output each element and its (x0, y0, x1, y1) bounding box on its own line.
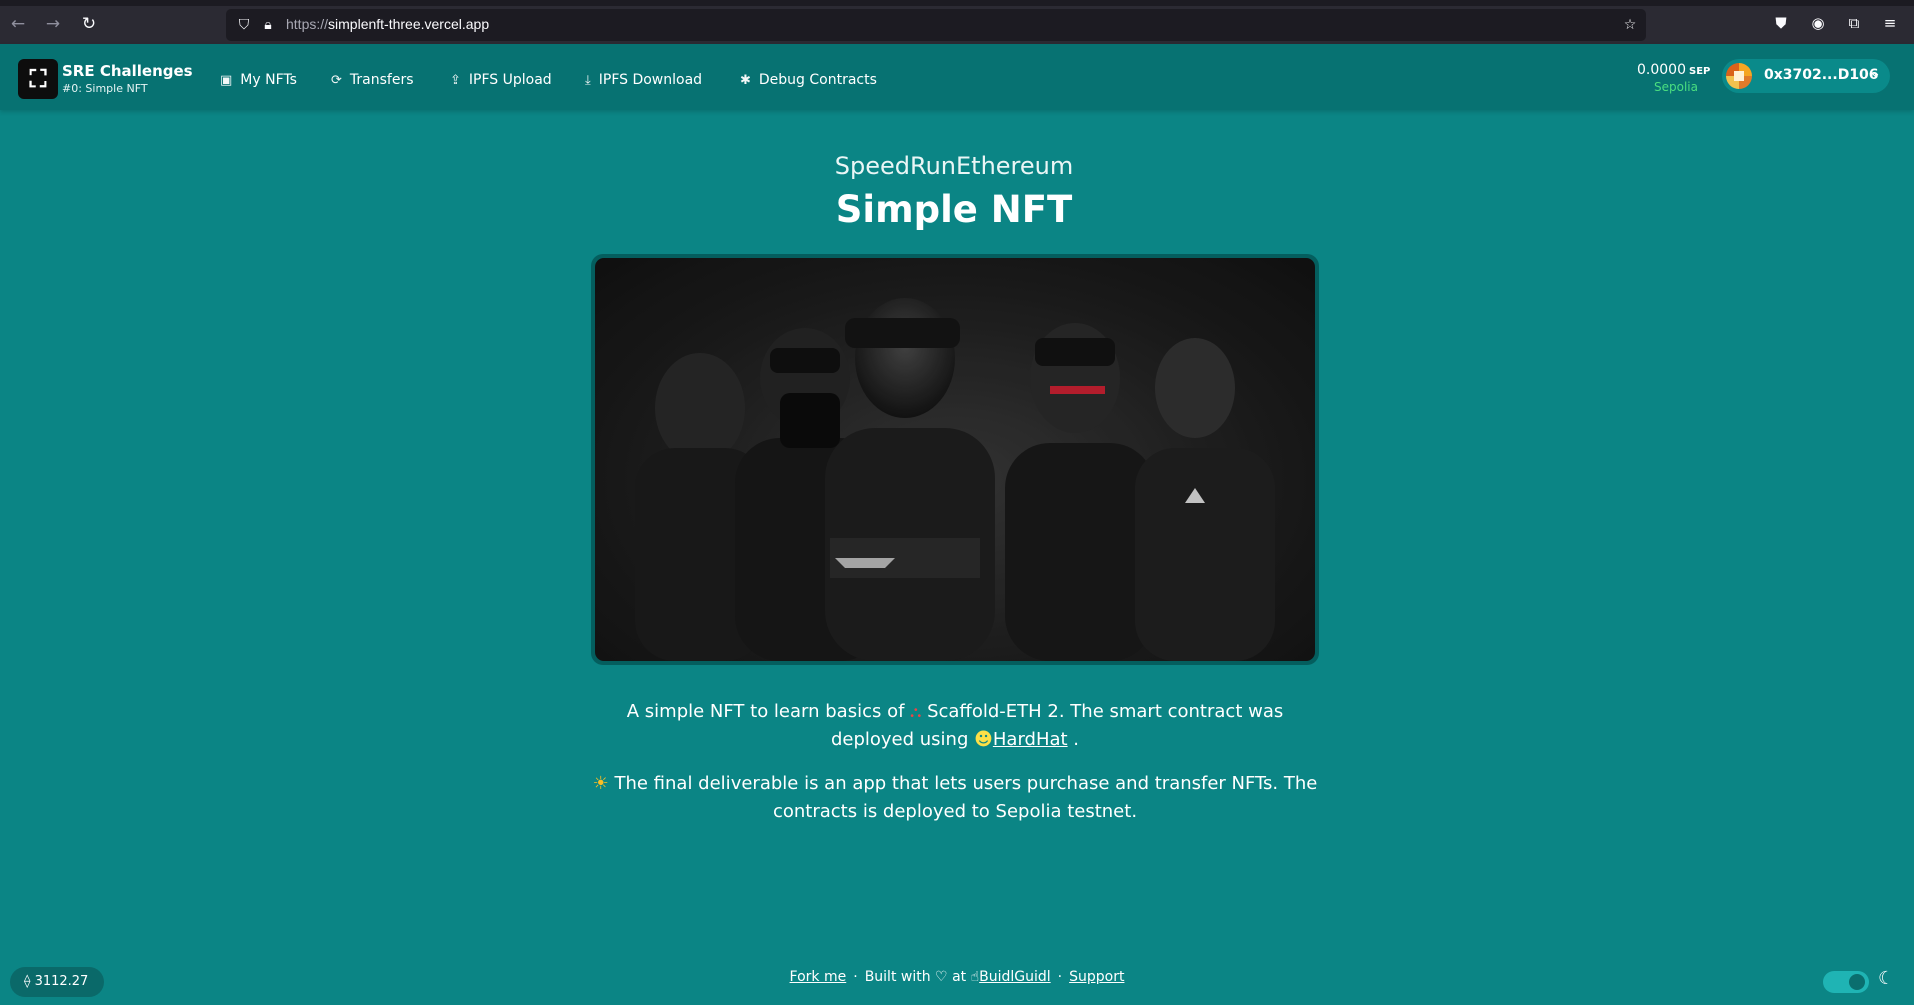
reload-icon[interactable]: ↻ (79, 14, 99, 34)
avatar (1726, 63, 1752, 89)
nav-label: My NFTs (240, 72, 297, 88)
balance[interactable]: 0.0000 SEP (1637, 62, 1710, 78)
browser-toolbar: ← → ↻ ⛉ 🔒︎ https://simplenft-three.verce… (0, 0, 1914, 44)
download-icon: ⤓ (585, 72, 591, 88)
balance-value: 0.0000 (1637, 62, 1686, 78)
account-button[interactable]: 0x3702...D106 ⌄ (1722, 59, 1890, 93)
back-icon[interactable]: ← (8, 14, 28, 34)
construction-worker-icon: ☻ (974, 729, 993, 750)
forward-icon[interactable]: → (43, 14, 63, 34)
bug-icon: ✱ (740, 72, 751, 88)
refresh-icon: ⟳ (331, 72, 342, 88)
nav-ipfs-download[interactable]: ⤓ IPFS Download (585, 70, 702, 90)
address-bar[interactable]: ⛉ 🔒︎ https://simplenft-three.vercel.app … (226, 9, 1646, 41)
deliverable-paragraph: ☀ The final deliverable is an app that l… (591, 770, 1319, 826)
intro-text: A simple NFT to learn basics of (626, 701, 911, 722)
brand-subtitle: #0: Simple NFT (62, 82, 148, 95)
upload-icon: ⇪ (450, 72, 461, 88)
balance-unit: SEP (1689, 66, 1711, 77)
image-icon: ▣ (220, 72, 233, 88)
heart-icon: ♡ (935, 969, 948, 985)
extensions-icon[interactable]: ⧉ (1844, 13, 1864, 33)
page-title: Simple NFT (835, 188, 1073, 231)
theme-toggle[interactable] (1823, 971, 1869, 993)
pocket-icon[interactable]: ⛊ (1771, 13, 1791, 33)
nav-label: Transfers (349, 72, 414, 88)
chevron-down-icon: ⌄ (1870, 66, 1881, 81)
nav-label: IPFS Upload (468, 72, 552, 88)
app-header: ⛶ SRE Challenges #0: Simple NFT ▣ My NFT… (0, 44, 1914, 110)
nav-label: IPFS Download (598, 72, 703, 88)
nav-label: Debug Contracts (758, 72, 877, 88)
hero-image-frame (591, 254, 1319, 665)
sre-logo-icon[interactable]: ⛶ (18, 59, 58, 99)
nav-transfers[interactable]: ⟳ Transfers (331, 70, 414, 90)
menu-icon[interactable]: ≡ (1880, 13, 1900, 33)
support-link[interactable]: Support (1069, 969, 1124, 985)
separator: · (1057, 969, 1063, 985)
url-text[interactable]: https://simplenft-three.vercel.app (286, 16, 489, 32)
at-text: at (952, 969, 967, 985)
bookmark-star-icon[interactable]: ☆ (1620, 15, 1640, 35)
separator: · (853, 969, 858, 985)
built-with-text: Built with (864, 969, 931, 985)
network-name: Sepolia (1654, 80, 1698, 94)
brand-title[interactable]: SRE Challenges (62, 62, 193, 80)
sun-emoji-icon: ☀ (592, 773, 609, 794)
hero-image (595, 258, 1315, 661)
intro-paragraph: A simple NFT to learn basics of ⛬ Scaffo… (591, 698, 1319, 754)
intro-text-end: . (1067, 729, 1080, 750)
fork-me-link[interactable]: Fork me (790, 969, 847, 985)
deliverable-text: The final deliverable is an app that let… (608, 773, 1318, 822)
footer-links: Fork me · Built with ♡ at ☝BuidlGuidl · Supp… (0, 967, 1914, 987)
hardhat-link[interactable]: HardHat (993, 729, 1068, 750)
buidlguidl-icon: ☝ (970, 969, 980, 985)
toggle-knob (1849, 974, 1865, 990)
scaffold-emoji-icon: ⛬ (910, 702, 922, 721)
page-subtitle: SpeedRunEthereum (834, 152, 1074, 180)
account-icon[interactable]: ◉ (1808, 13, 1828, 33)
shield-icon[interactable]: ⛉ (234, 15, 254, 35)
nav-debug-contracts[interactable]: ✱ Debug Contracts (740, 70, 877, 90)
lock-icon[interactable]: 🔒︎ (258, 15, 278, 35)
buidlguidl-link[interactable]: BuidlGuidl (979, 969, 1051, 985)
nft-apes-illustration (595, 258, 1315, 661)
nav-my-nfts[interactable]: ▣ My NFTs (220, 70, 297, 90)
nav-ipfs-upload[interactable]: ⇪ IPFS Upload (450, 70, 552, 90)
tab-strip (0, 0, 1914, 6)
moon-icon: ☾ (1878, 968, 1895, 989)
account-address: 0x3702...D106 (1764, 67, 1879, 83)
